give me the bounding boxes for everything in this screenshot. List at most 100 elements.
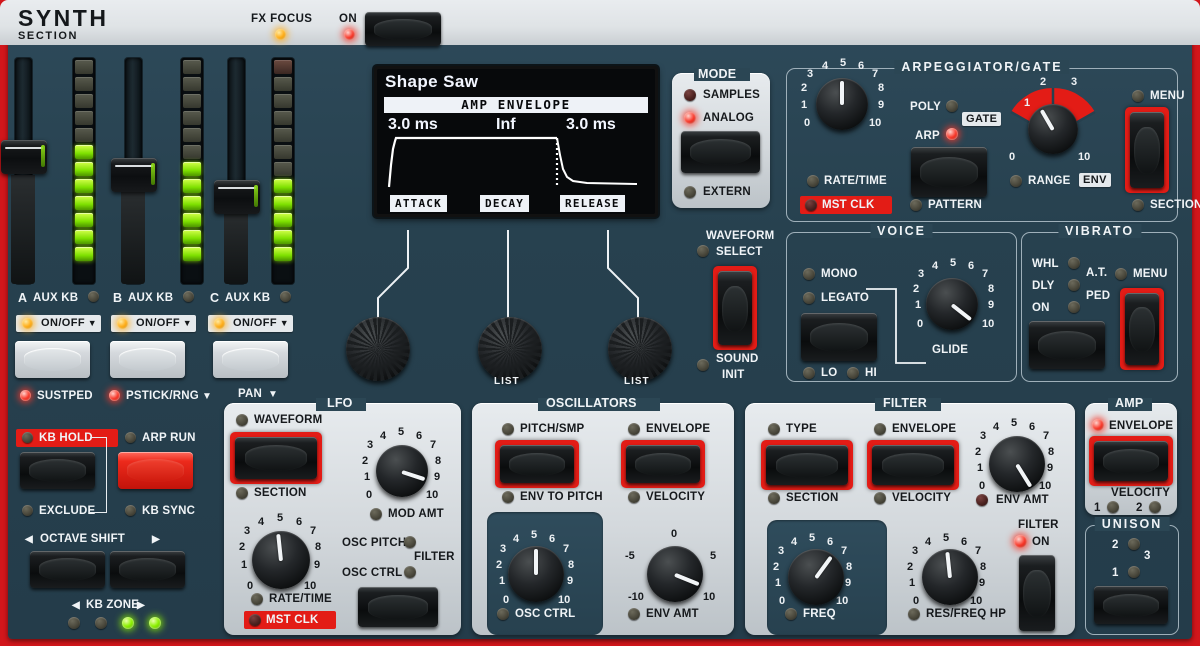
fader-c-cap[interactable]: [214, 180, 260, 214]
osc-ctrl-tick-5: 5: [531, 529, 537, 541]
lfo-modamt-tick-1: 1: [364, 471, 370, 483]
filter-res-tick-0: 0: [913, 595, 919, 607]
kb-zone-right-arrow-icon[interactable]: ▶: [137, 600, 145, 611]
filter-envelope-button[interactable]: [872, 445, 954, 485]
pan-label: PAN: [238, 388, 262, 400]
osc-env-amt-knob[interactable]: [647, 546, 703, 602]
filter-envamt-tick-9: 9: [1047, 462, 1053, 474]
filter-envamt-tick-4: 4: [993, 421, 999, 433]
osc-envelope-button[interactable]: [626, 445, 700, 483]
filter-title: FILTER: [883, 396, 927, 410]
arp-rate-tick-3: 3: [807, 68, 813, 80]
aux-kb-c-button[interactable]: [213, 341, 288, 378]
glide-tick-3: 3: [918, 268, 924, 280]
aux-kb-c-letter: C: [210, 291, 219, 305]
lfo-rate-tick-4: 4: [258, 516, 264, 528]
arp-menu-button[interactable]: [1130, 112, 1164, 188]
lfo-waveform-button[interactable]: [235, 437, 317, 479]
lfo-modamt-tick-2: 2: [362, 455, 368, 467]
glide-knob[interactable]: [926, 278, 978, 330]
arp-section-label: SECTION: [1150, 199, 1200, 211]
filter-res-tick-10: 10: [970, 595, 982, 607]
glide-tick-7: 7: [982, 268, 988, 280]
amp-vel1-led: [1107, 501, 1119, 513]
arp-run-label: ARP RUN: [142, 432, 196, 444]
arp-run-button[interactable]: [118, 452, 193, 489]
filter-type-button[interactable]: [766, 445, 848, 485]
fader-b-cap[interactable]: [111, 158, 157, 192]
voice-mono-label: MONO: [821, 268, 858, 280]
filter-freq-tick-7: 7: [841, 545, 847, 557]
mode-analog-label: ANALOG: [703, 112, 754, 124]
osc-pitch-smp-label: PITCH/SMP: [520, 423, 584, 435]
fader-a-cap[interactable]: [1, 140, 47, 174]
glide-tick-9: 9: [988, 299, 994, 311]
aux-kb-c-onoff-led: [214, 318, 225, 329]
filter-res-tick-1: 1: [909, 577, 915, 589]
lfo-title: LFO: [327, 396, 353, 410]
octave-shift-up-button[interactable]: [110, 551, 185, 588]
unison-title: UNISON: [1095, 517, 1170, 531]
arp-pattern-button[interactable]: [911, 147, 987, 197]
meter-b: [181, 58, 203, 284]
lfo-rate-knob[interactable]: [252, 531, 310, 589]
osc-pitch-smp-button[interactable]: [500, 445, 574, 483]
octave-shift-label: OCTAVE SHIFT: [40, 533, 125, 545]
osc-ctrl-tick-0: 0: [503, 594, 509, 606]
mode-button[interactable]: [681, 131, 760, 173]
osc-ctrl-knob[interactable]: [508, 546, 564, 602]
aux-kb-b-led: [183, 291, 194, 302]
lfo-destination-button[interactable]: [358, 587, 438, 627]
filter-freq-tick-2: 2: [773, 561, 779, 573]
display-release-tag: RELEASE: [560, 195, 625, 212]
aux-kb-a-onoff-label: ON/OFF: [41, 315, 85, 332]
arp-range-knob[interactable]: [1028, 104, 1078, 154]
lfo-mod-amt-knob[interactable]: [376, 445, 428, 497]
arp-rate-tick-2: 2: [801, 82, 807, 94]
filter-freq-knob[interactable]: [788, 549, 844, 605]
filter-velocity-led: [874, 492, 886, 504]
amp-envelope-button[interactable]: [1094, 441, 1168, 481]
filter-on-button[interactable]: [1019, 555, 1055, 631]
decay-knob[interactable]: [478, 317, 542, 381]
lfo-modamt-tick-10: 10: [426, 489, 438, 501]
vibrato-button[interactable]: [1029, 321, 1105, 369]
arp-section-led: [1132, 199, 1144, 211]
lcd-display[interactable]: Shape Saw AMP ENVELOPE 3.0 ms Inf 3.0 ms…: [374, 66, 658, 217]
aux-kb-a-button[interactable]: [15, 341, 90, 378]
vibrato-menu-button[interactable]: [1125, 293, 1159, 365]
kb-zone-left-arrow-icon[interactable]: ◀: [72, 600, 80, 611]
octave-shift-right-arrow-icon[interactable]: ▶: [152, 534, 160, 545]
vibrato-ped-label: PED: [1086, 290, 1110, 302]
filter-envamt-tick-0: 0: [979, 480, 985, 492]
filter-res-knob[interactable]: [922, 549, 978, 605]
octave-shift-down-button[interactable]: [30, 551, 105, 588]
display-title: Shape Saw: [385, 72, 478, 92]
lfo-osc-pitch-led: [404, 536, 416, 548]
on-button[interactable]: [365, 12, 441, 46]
glide-tick-5: 5: [950, 257, 956, 269]
filter-freq-tick-4: 4: [791, 536, 797, 548]
lfo-osc-ctrl-label: OSC CTRL: [342, 567, 402, 579]
vibrato-dly-led: [1068, 279, 1080, 291]
arp-poly-label: POLY: [910, 101, 941, 113]
osc-ctrl-tick-10: 10: [558, 594, 570, 606]
lfo-modamt-tick-7: 7: [430, 439, 436, 451]
unison-button[interactable]: [1094, 586, 1168, 624]
lfo-modamt-tick-9: 9: [434, 471, 440, 483]
osc-envamt-tick-0: 0: [671, 528, 677, 540]
pstick-label: PSTICK/RNG: [126, 390, 199, 402]
filter-env-amt-knob[interactable]: [989, 436, 1045, 492]
release-knob[interactable]: [608, 317, 672, 381]
voice-lo-led: [803, 367, 815, 379]
arp-rate-knob[interactable]: [816, 78, 868, 130]
kb-hold-button[interactable]: [20, 452, 95, 489]
octave-shift-left-arrow-icon[interactable]: ◀: [25, 534, 33, 545]
waveform-select-button[interactable]: [718, 271, 752, 345]
filter-envamt-tick-3: 3: [980, 430, 986, 442]
voice-legato-label: LEGATO: [821, 292, 869, 304]
aux-kb-b-button[interactable]: [110, 341, 185, 378]
attack-knob[interactable]: [346, 317, 410, 381]
on-led: [344, 29, 355, 40]
lfo-rate-tick-9: 9: [314, 559, 320, 571]
